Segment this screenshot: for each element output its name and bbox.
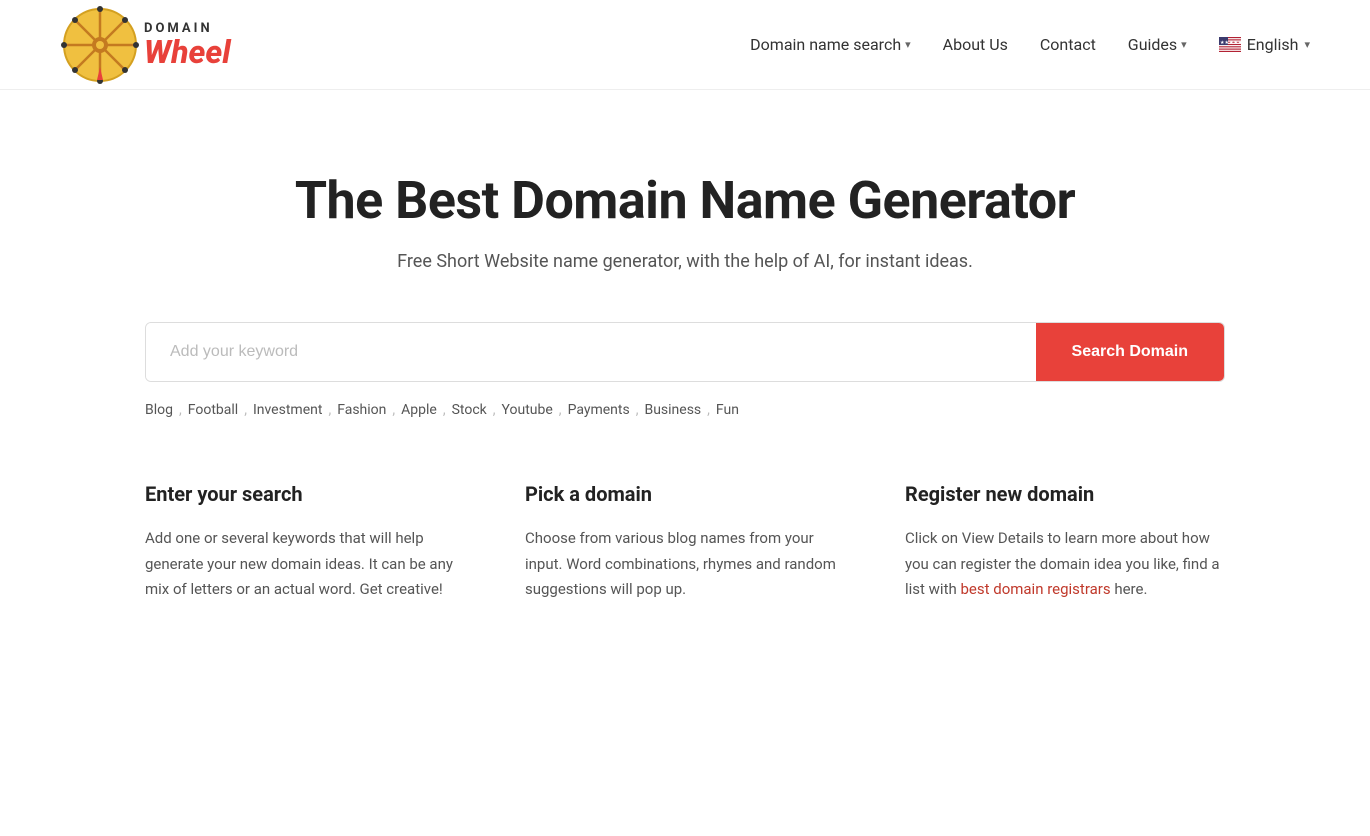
tag-item[interactable]: Stock (452, 398, 487, 422)
col-register-domain-title: Register new domain (905, 482, 1225, 506)
language-selector[interactable]: ★★★★★★ English ▾ (1219, 35, 1310, 54)
tag-separator: , (392, 402, 395, 418)
col-enter-search: Enter your search Add one or several key… (145, 482, 465, 603)
search-domain-button[interactable]: Search Domain (1036, 323, 1224, 381)
tag-separator: , (707, 402, 710, 418)
chevron-down-icon: ▾ (1181, 38, 1187, 51)
search-input[interactable] (146, 323, 1036, 381)
tag-item[interactable]: Business (644, 398, 701, 422)
nav-about[interactable]: About Us (943, 35, 1008, 54)
nav-contact[interactable]: Contact (1040, 35, 1096, 54)
nav-domain-search[interactable]: Domain name search ▾ (750, 35, 911, 54)
col-register-domain: Register new domain Click on View Detail… (905, 482, 1225, 603)
svg-text:★★★★★★: ★★★★★★ (1220, 40, 1241, 46)
logo-wheel-text: Wheel (144, 36, 231, 68)
tag-separator: , (493, 402, 496, 418)
logo-icon (60, 5, 140, 85)
tag-item[interactable]: Fashion (337, 398, 386, 422)
tag-item[interactable]: Fun (716, 398, 739, 422)
nav-guides[interactable]: Guides ▾ (1128, 35, 1187, 54)
tag-separator: , (179, 402, 182, 418)
info-columns: Enter your search Add one or several key… (145, 482, 1225, 663)
page-title: The Best Domain Name Generator (295, 170, 1075, 231)
tag-item[interactable]: Football (188, 398, 238, 422)
tag-separator: , (559, 402, 562, 418)
col-pick-domain: Pick a domain Choose from various blog n… (525, 482, 845, 603)
tag-separator: , (328, 402, 331, 418)
col-pick-domain-text: Choose from various blog names from your… (525, 526, 845, 603)
tag-item[interactable]: Blog (145, 398, 173, 422)
chevron-down-icon: ▾ (905, 38, 911, 51)
tag-item[interactable]: Youtube (502, 398, 553, 422)
col-enter-search-text: Add one or several keywords that will he… (145, 526, 465, 603)
search-bar: Search Domain (145, 322, 1225, 382)
tag-separator: , (443, 402, 446, 418)
site-header: DOMAIN Wheel Domain name search ▾ About … (0, 0, 1370, 90)
col-enter-search-title: Enter your search (145, 482, 465, 506)
chevron-down-icon: ▾ (1304, 38, 1310, 51)
tag-item[interactable]: Investment (253, 398, 322, 422)
col-register-domain-text: Click on View Details to learn more abou… (905, 526, 1225, 603)
main-nav: Domain name search ▾ About Us Contact Gu… (750, 35, 1310, 54)
tag-separator: , (244, 402, 247, 418)
registrars-link[interactable]: best domain registrars (960, 580, 1110, 598)
tag-item[interactable]: Payments (568, 398, 630, 422)
hero-subtitle: Free Short Website name generator, with … (397, 251, 973, 272)
logo[interactable]: DOMAIN Wheel (60, 5, 231, 85)
main-content: The Best Domain Name Generator Free Shor… (0, 90, 1370, 663)
tag-separator: , (636, 402, 639, 418)
tag-item[interactable]: Apple (401, 398, 437, 422)
flag-icon: ★★★★★★ (1219, 37, 1241, 52)
col-pick-domain-title: Pick a domain (525, 482, 845, 506)
keyword-tags: Blog, Football, Investment, Fashion, Apple, S… (145, 398, 1225, 422)
